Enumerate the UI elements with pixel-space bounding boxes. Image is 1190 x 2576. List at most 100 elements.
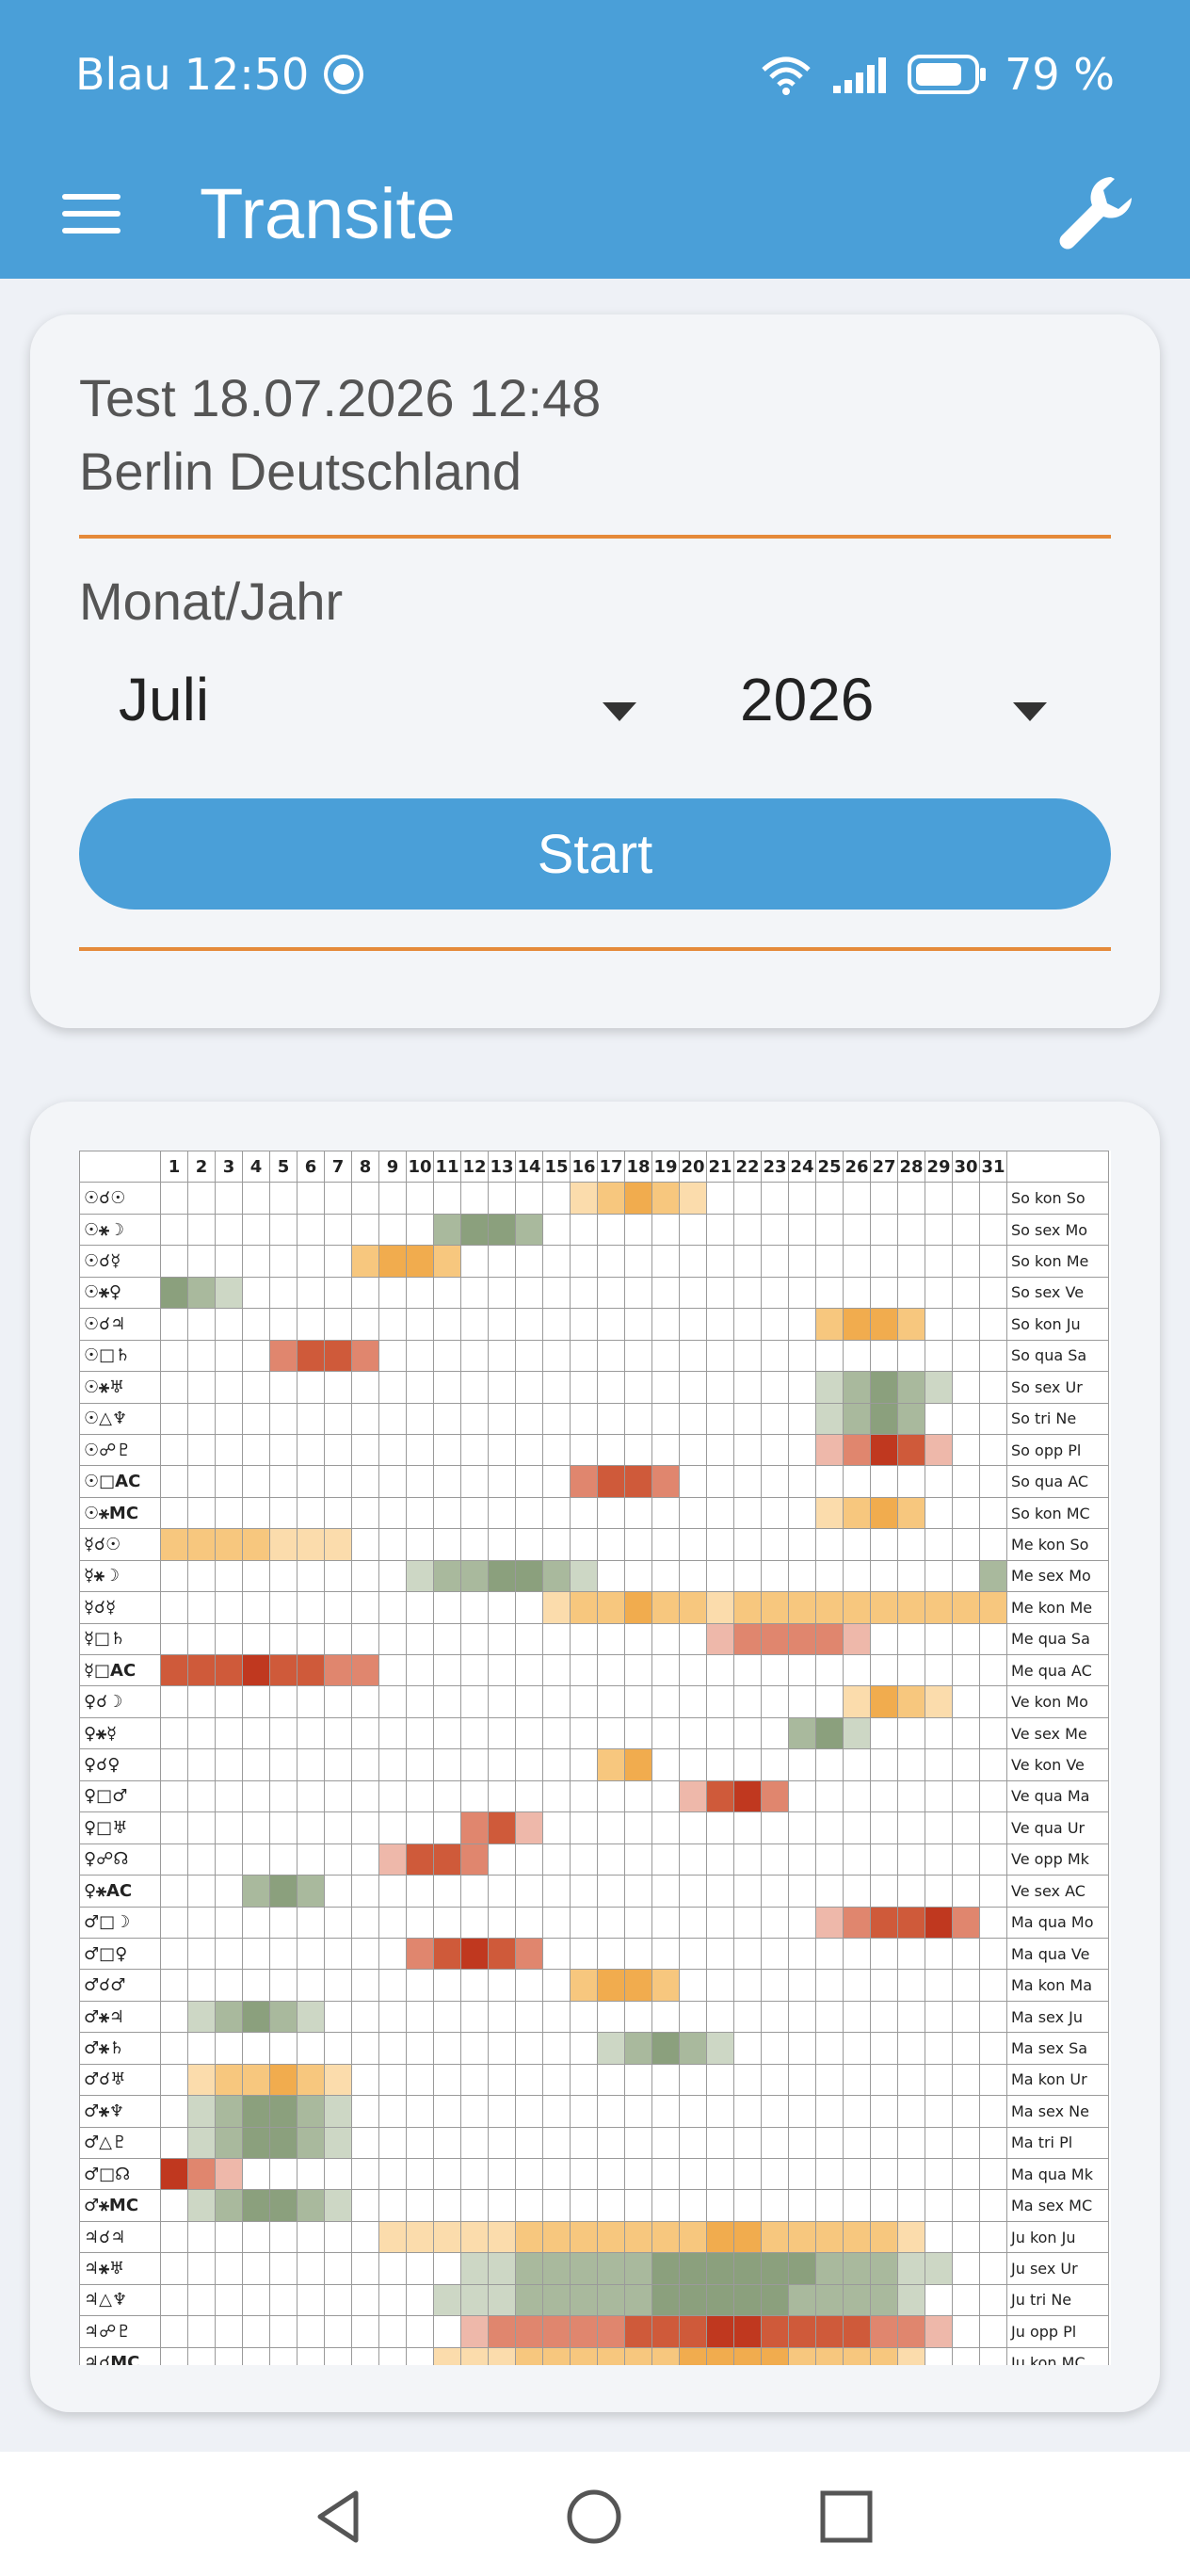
heat-cell [706,1496,734,1530]
heat-cell [843,2252,871,2285]
transit-row[interactable]: ♂⚹MC Ma sex MC [79,2189,1109,2222]
transit-row[interactable]: ☉☌♃ So kon Ju [79,1308,1109,1341]
transit-row[interactable]: ♃☌♃ Ju kon Ju [79,2220,1109,2254]
year-dropdown-icon[interactable] [1013,702,1047,721]
heat-cell [570,1402,598,1435]
heat-cell [979,2283,1007,2317]
heat-cell [406,2220,434,2254]
transit-row[interactable]: ♂□☽ Ma qua Mo [79,1906,1109,1939]
heat-cell [733,1433,762,1467]
transit-row[interactable]: ☉☌☉ So kon So [79,1182,1109,1215]
transit-row[interactable]: ☿☌☿ Me kon Me [79,1591,1109,1624]
heat-cell [761,2189,789,2222]
transit-row[interactable]: ♀☍☊ Ve opp Mk [79,1843,1109,1876]
person-info-line1[interactable]: Test 18.07.2026 12:48 [79,367,601,428]
transit-row[interactable]: ♂⚹♃ Ma sex Ju [79,2000,1109,2034]
heat-cell [597,2220,625,2254]
transit-row[interactable]: ♃☍♇ Ju opp Pl [79,2315,1109,2348]
heat-cell [624,1685,652,1718]
transit-row[interactable]: ♂□☊ Ma qua Mk [79,2157,1109,2191]
heat-cell [843,1496,871,1530]
transit-row[interactable]: ♃☌MC Ju kon MC [79,2346,1109,2365]
transit-symbol: ☿□AC [79,1653,161,1687]
transit-row[interactable]: ♃△♆ Ju tri Ne [79,2283,1109,2317]
heat-cell [788,1496,816,1530]
heat-cell [515,1685,543,1718]
transit-row[interactable]: ♀□♂ Ve qua Ma [79,1779,1109,1813]
signal-icon [833,57,887,93]
transit-row[interactable]: ♂☌♂ Ma kon Ma [79,1969,1109,2002]
transit-row[interactable]: ☉⚹♅ So sex Ur [79,1371,1109,1404]
menu-icon[interactable] [58,181,124,247]
heat-cell [297,2157,325,2191]
transit-row[interactable]: ♃⚹♅ Ju sex Ur [79,2252,1109,2285]
person-info-line2[interactable]: Berlin Deutschland [79,441,522,502]
heat-cell [433,1559,461,1593]
heat-cell [570,1622,598,1656]
heat-cell [242,2000,270,2034]
heat-cell [733,1496,762,1530]
heat-cell [925,2220,953,2254]
transit-row[interactable]: ♀⚹☿ Ve sex Me [79,1716,1109,1750]
transit-row[interactable]: ♀☌♀ Ve kon Ve [79,1748,1109,1781]
heat-cell [460,1748,489,1781]
heat-cell [542,2032,571,2065]
transit-row[interactable]: ☿□AC Me qua AC [79,1653,1109,1687]
wrench-icon[interactable] [1053,169,1137,254]
home-icon[interactable] [561,2484,627,2550]
heat-cell [979,2032,1007,2065]
transit-heatmap[interactable]: 1 2 3 4 5 6 7 8 9 10 11 12 13 14 15 16 17 18 19 20 21 22 23 24 2… [79,1151,1111,2365]
heat-cell [897,2220,925,2254]
back-icon[interactable] [307,2484,373,2550]
transit-row[interactable]: ♀⚹AC Ve sex AC [79,1875,1109,1908]
heat-cell [706,1653,734,1687]
month-dropdown-icon[interactable] [603,702,636,721]
heat-cell [952,1433,980,1467]
transit-row[interactable]: ♀□♅ Ve qua Ur [79,1811,1109,1844]
day-header: 18 [624,1151,652,1183]
heat-cell [570,1591,598,1624]
transit-row[interactable]: ☉☍♇ So opp Pl [79,1433,1109,1467]
transit-row[interactable]: ☉⚹MC So kon MC [79,1496,1109,1530]
transit-row[interactable]: ☉□♄ So qua Sa [79,1339,1109,1373]
heat-cell [570,1371,598,1404]
heat-cell [952,2000,980,2034]
transit-row[interactable]: ☿⚹☽ Me sex Mo [79,1559,1109,1593]
transit-row[interactable]: ♂⚹♄ Ma sex Sa [79,2032,1109,2065]
heat-cell [788,1843,816,1876]
transit-row[interactable]: ☉□AC So qua AC [79,1465,1109,1498]
transit-row[interactable]: ☉⚹♀ So sex Ve [79,1276,1109,1310]
heat-cell [160,2157,188,2191]
heat-cell [187,1528,216,1561]
recents-icon[interactable] [813,2484,879,2550]
transit-row[interactable]: ♀☌☽ Ve kon Mo [79,1685,1109,1718]
heat-cell [679,1716,707,1750]
heat-cell [160,1276,188,1310]
transit-row[interactable]: ♂☌♅ Ma kon Ur [79,2063,1109,2097]
heat-cell [952,2346,980,2365]
transit-row[interactable]: ♂△♇ Ma tri Pl [79,2126,1109,2160]
transit-row[interactable]: ☉☌☿ So kon Me [79,1245,1109,1278]
heat-cell [242,1308,270,1341]
heat-cell [488,1339,516,1373]
heat-cell [897,1811,925,1844]
heat-cell [378,1213,407,1247]
heat-cell [788,1402,816,1435]
transit-row[interactable]: ☿☌☉ Me kon So [79,1528,1109,1561]
heat-cell [297,1843,325,1876]
heat-cell [433,2000,461,2034]
heat-cell [570,1843,598,1876]
start-button[interactable]: Start [79,798,1111,910]
heat-cell [761,2157,789,2191]
transit-row[interactable]: ☉⚹☽ So sex Mo [79,1213,1109,1247]
month-select[interactable]: Juli [119,665,209,734]
heat-cell [843,1559,871,1593]
transit-row[interactable]: ☿□♄ Me qua Sa [79,1622,1109,1656]
heat-cell [160,1937,188,1971]
transit-row[interactable]: ♂⚹♆ Ma sex Ne [79,2095,1109,2128]
transit-row[interactable]: ♂□♀ Ma qua Ve [79,1937,1109,1971]
heat-cell [815,1339,844,1373]
year-select[interactable]: 2026 [740,665,874,734]
transit-row[interactable]: ☉△♆ So tri Ne [79,1402,1109,1435]
heat-cell [925,1811,953,1844]
